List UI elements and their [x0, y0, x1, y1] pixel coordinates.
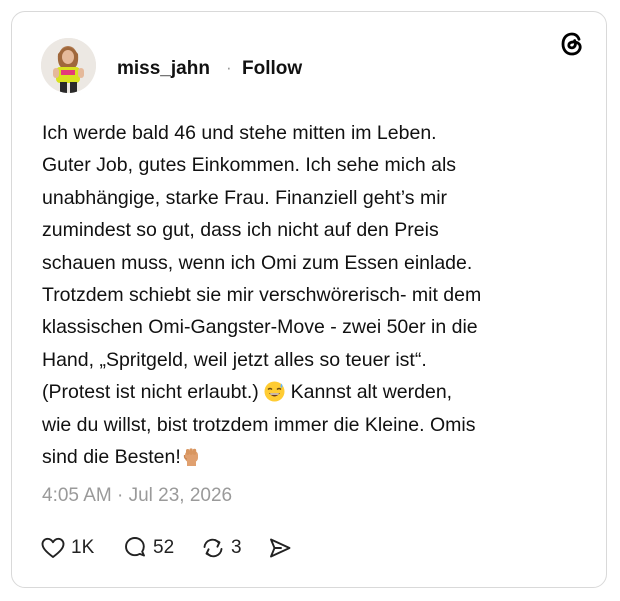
reply-count: 52 [153, 537, 175, 558]
heart-icon [40, 535, 66, 561]
post-text-line: wie du willst, bist trotzdem immer die K… [42, 413, 476, 436]
comment-icon [122, 535, 148, 561]
post-text-line: Hand, „Spritgeld, weil jetzt alles so te… [42, 348, 427, 371]
follow-button[interactable]: Follow [242, 58, 302, 80]
post-text-line: Guter Job, gutes Einkommen. Ich sehe mic… [42, 154, 457, 177]
post-timestamp[interactable]: 4:05 AM · Jul 23, 2026 [42, 485, 232, 507]
post-text-segment: Kannst alt werden, [285, 381, 453, 404]
repost-button[interactable]: 3 [200, 534, 242, 562]
post-text-segment: sind die Besten! [42, 446, 181, 469]
post-text: Ich werde bald 46 und stehe mitten im Le… [42, 117, 572, 473]
reply-button[interactable]: 52 [122, 534, 174, 562]
post-text-line: schauen muss, wenn ich Omi zum Essen ein… [42, 251, 473, 274]
separator-dot: · [226, 58, 232, 77]
like-button[interactable]: 1K [40, 534, 94, 562]
username[interactable]: miss_jahn [117, 58, 210, 80]
post-text-line: zumindest so gut, dass ich nicht auf den… [42, 219, 439, 242]
post-text-line-with-emoji: sind die Besten! [42, 441, 572, 473]
share-icon [267, 535, 293, 561]
like-count: 1K [71, 537, 95, 558]
post-text-segment: (Protest ist nicht erlaubt.) [42, 381, 265, 404]
post-text-line: klassischen Omi-Gangster-Move - zwei 50e… [42, 316, 478, 339]
sweat-smile-emoji [264, 380, 285, 402]
repost-icon [200, 535, 226, 561]
post-text-line: Trotzdem schiebt sie mir verschwörerisch… [42, 284, 482, 307]
post-text-line: unabhängige, starke Frau. Finanziell geh… [42, 186, 448, 209]
post-text-line: Ich werde bald 46 und stehe mitten im Le… [42, 122, 437, 144]
post-text-line-with-emoji: (Protest ist nicht erlaubt.) Kannst alt … [42, 376, 572, 408]
repost-count: 3 [231, 537, 242, 558]
share-button[interactable] [267, 534, 293, 562]
avatar[interactable] [41, 38, 96, 93]
raised-fist-emoji [181, 445, 202, 467]
threads-logo-icon[interactable] [558, 30, 586, 58]
